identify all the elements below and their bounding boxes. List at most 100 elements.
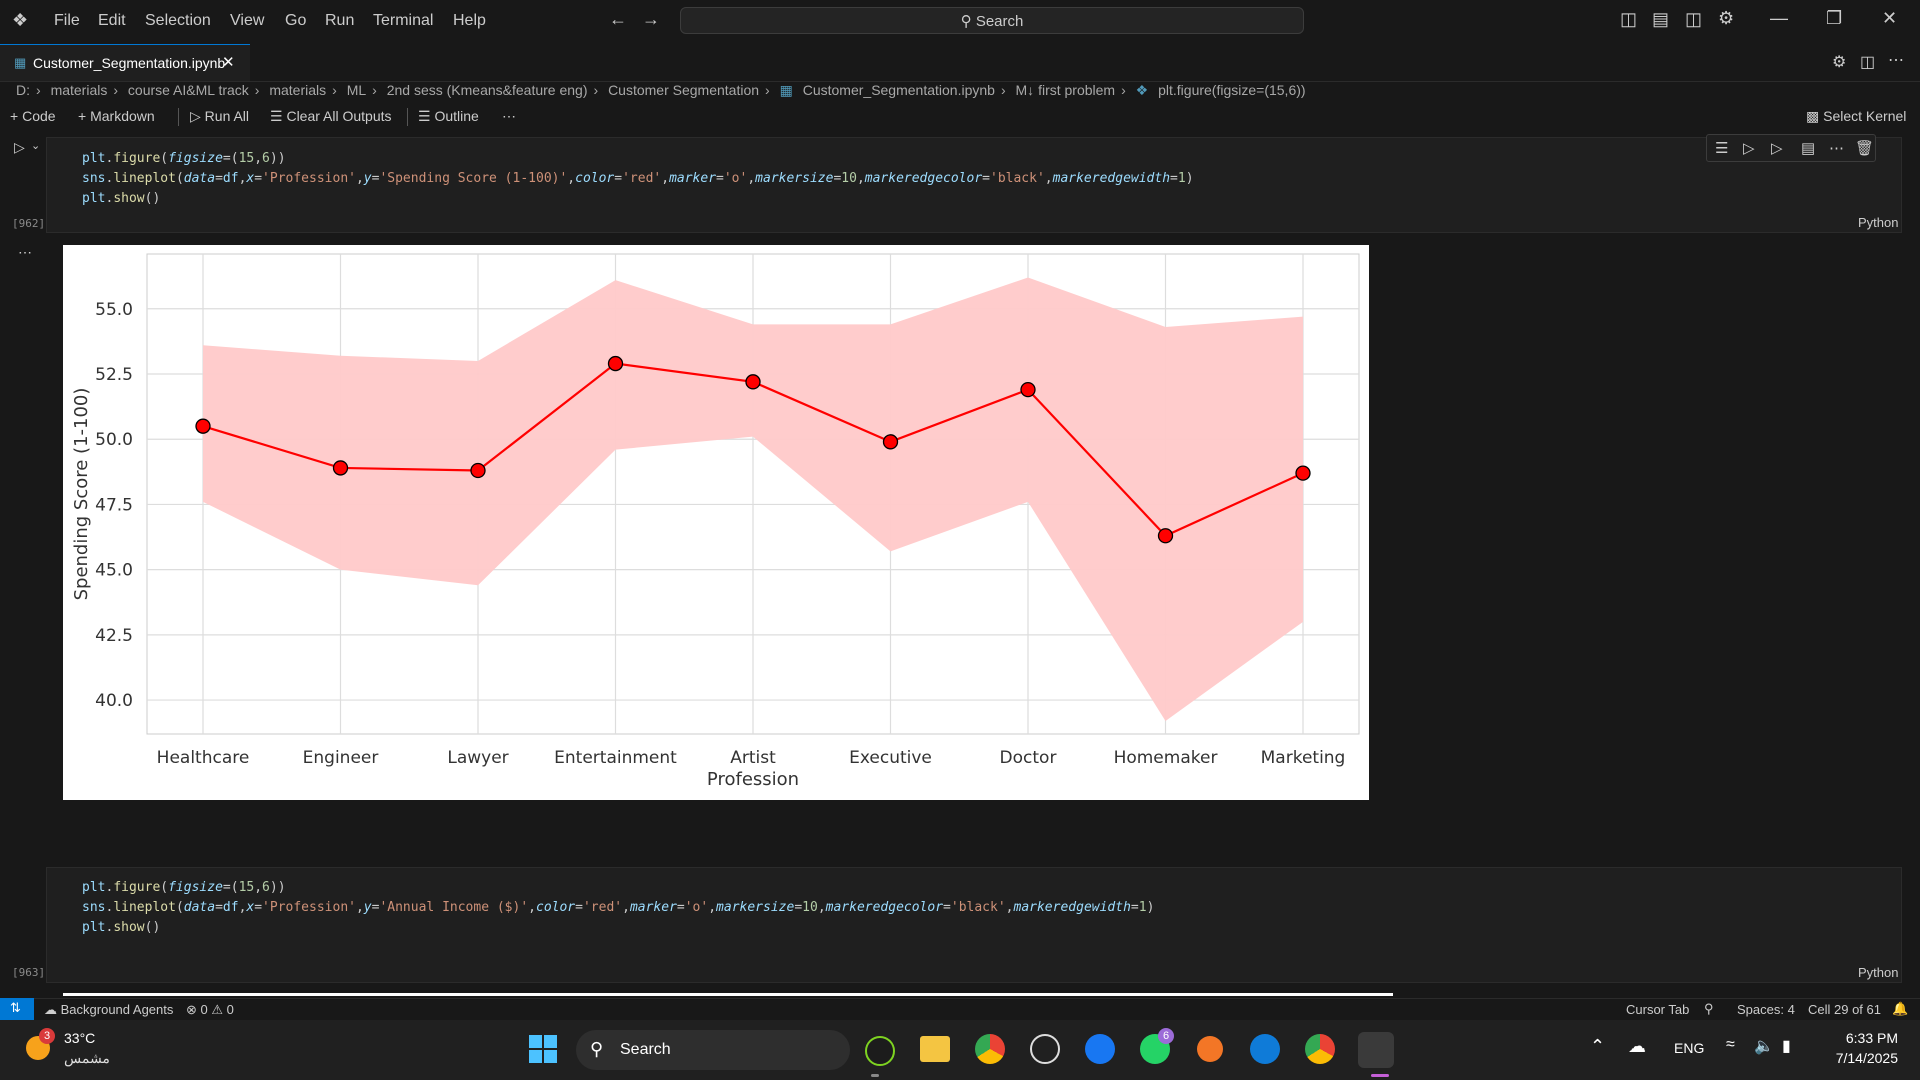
tab-customer-segmentation[interactable]: ▦ Customer_Segmentation.ipynb ✕ bbox=[0, 44, 250, 81]
search-icon: ⚲ bbox=[960, 13, 972, 30]
app-logo-icon: ❖ bbox=[12, 10, 29, 30]
temperature[interactable]: 33°C bbox=[64, 1030, 95, 1046]
run-all-button[interactable]: ▷ Run All bbox=[190, 108, 249, 125]
facebook-icon[interactable] bbox=[1085, 1034, 1115, 1064]
clear-outputs-button[interactable]: ☰ Clear All Outputs bbox=[270, 108, 392, 125]
language-indicator[interactable]: ENG bbox=[1674, 1040, 1704, 1056]
close-window-icon[interactable]: ✕ bbox=[1882, 8, 1897, 29]
menu-run[interactable]: Run bbox=[325, 12, 354, 30]
delete-cell-icon[interactable]: 🗑 bbox=[1855, 139, 1874, 157]
windows-start-icon[interactable] bbox=[528, 1034, 558, 1064]
chevron-down-icon[interactable]: ⌄ bbox=[31, 139, 40, 152]
chevron-up-icon[interactable]: ⌃ bbox=[1590, 1036, 1605, 1057]
breadcrumb-item[interactable]: materials bbox=[269, 82, 326, 98]
data-point bbox=[195, 418, 211, 434]
command-search-box[interactable]: ⚲ Search bbox=[680, 7, 1304, 34]
minimize-icon[interactable]: — bbox=[1770, 8, 1788, 29]
more-cell-icon[interactable]: ⋯ bbox=[1829, 139, 1844, 157]
code-cell-editor[interactable]: plt.figure(figsize=(15,6)) sns.lineplot(… bbox=[46, 137, 1902, 233]
more-toolbar-icon[interactable]: ⋯ bbox=[502, 108, 516, 125]
close-tab-icon[interactable]: ✕ bbox=[222, 53, 235, 71]
breadcrumb-item[interactable]: Customer Segmentation bbox=[608, 82, 759, 98]
restore-icon[interactable]: ❐ bbox=[1826, 8, 1842, 29]
indentation-button[interactable]: Spaces: 4 bbox=[1737, 1002, 1795, 1017]
weather-condition[interactable]: مشمس bbox=[64, 1050, 110, 1067]
breadcrumb-item[interactable]: D: bbox=[16, 82, 30, 98]
chrome-icon[interactable] bbox=[1305, 1034, 1335, 1064]
menu-edit[interactable]: Edit bbox=[98, 12, 126, 30]
breadcrumb-item[interactable]: plt.figure(figsize=(15,6)) bbox=[1158, 82, 1305, 98]
zoom-icon[interactable]: ⚲ bbox=[1704, 1001, 1714, 1017]
data-point bbox=[745, 374, 761, 390]
breadcrumb-item[interactable]: 2nd sess (Kmeans&feature eng) bbox=[387, 82, 588, 98]
menu-terminal[interactable]: Terminal bbox=[373, 12, 433, 30]
menu-file[interactable]: File bbox=[54, 12, 80, 30]
clock-date[interactable]: 7/14/2025 bbox=[1822, 1050, 1898, 1066]
cell-language-label[interactable]: Python bbox=[1858, 215, 1898, 230]
search-icon: ⚲ bbox=[590, 1039, 604, 1059]
remote-indicator[interactable]: ⇅ bbox=[0, 998, 34, 1020]
plus-icon: + bbox=[10, 108, 19, 124]
chatgpt-icon[interactable] bbox=[1030, 1034, 1060, 1064]
taskbar-search[interactable]: ⚲ Search bbox=[576, 1030, 850, 1070]
cell-position-indicator[interactable]: Cell 29 of 61 bbox=[1808, 1002, 1881, 1017]
select-kernel-button[interactable]: ▩ Select Kernel bbox=[1806, 108, 1906, 125]
run-cell-icon[interactable]: ▷ bbox=[14, 139, 25, 156]
horizontal-scrollbar[interactable] bbox=[63, 993, 1393, 996]
forward-arrow-icon[interactable]: → bbox=[642, 9, 660, 30]
menu-selection[interactable]: Selection bbox=[145, 12, 211, 30]
code-line: plt.figure(figsize=(15,6)) bbox=[82, 151, 286, 166]
app-icon-1[interactable] bbox=[865, 1036, 895, 1066]
whatsapp-badge: 6 bbox=[1158, 1028, 1174, 1044]
jupyter-icon[interactable] bbox=[1197, 1036, 1223, 1062]
chrome-icon[interactable] bbox=[975, 1034, 1005, 1064]
split-editor-icon[interactable]: ◫ bbox=[1860, 52, 1875, 72]
volume-icon[interactable]: 🔈 bbox=[1754, 1036, 1774, 1056]
menu-go[interactable]: Go bbox=[285, 12, 306, 30]
menu-help[interactable]: Help bbox=[453, 12, 486, 30]
breadcrumb-item[interactable]: Customer_Segmentation.ipynb bbox=[803, 82, 995, 98]
notifications-icon[interactable]: 🔔 bbox=[1892, 1001, 1908, 1017]
code-cell-editor[interactable]: plt.figure(figsize=(15,6)) sns.lineplot(… bbox=[46, 867, 1902, 983]
run-below-icon[interactable]: ▷ bbox=[1771, 139, 1783, 157]
breadcrumb-item[interactable]: ML bbox=[347, 82, 366, 98]
edge-icon[interactable] bbox=[1250, 1034, 1280, 1064]
more-actions-icon[interactable]: ⋯ bbox=[1888, 50, 1904, 70]
split-cell-icon[interactable]: ▤ bbox=[1801, 139, 1815, 157]
run-next-icon[interactable]: ▷ bbox=[1743, 139, 1755, 157]
gear-icon[interactable]: ⚙ bbox=[1718, 8, 1734, 29]
back-arrow-icon[interactable]: ← bbox=[609, 9, 627, 30]
breadcrumb-item[interactable]: course AI&ML track bbox=[128, 82, 249, 98]
clock-time[interactable]: 6:33 PM bbox=[1838, 1030, 1898, 1046]
outline-button[interactable]: ☰ Outline bbox=[418, 108, 479, 125]
x-axis-label: Profession bbox=[707, 769, 799, 790]
x-tick-label: Entertainment bbox=[554, 748, 677, 768]
y-tick-label: 50.0 bbox=[95, 430, 133, 450]
breadcrumb-item[interactable]: materials bbox=[51, 82, 108, 98]
problems-indicator[interactable]: ⊗ 0 ⚠ 0 bbox=[186, 1002, 234, 1018]
run-above-icon[interactable]: ☰ bbox=[1715, 139, 1728, 157]
file-explorer-icon[interactable] bbox=[920, 1036, 950, 1062]
toggle-panel-icon[interactable]: ▤ bbox=[1652, 9, 1669, 30]
toggle-secondary-sidebar-icon[interactable]: ◫ bbox=[1685, 9, 1702, 30]
code-line: plt.show() bbox=[82, 191, 161, 206]
onedrive-icon[interactable]: ☁ bbox=[1628, 1036, 1646, 1057]
notebook-file-icon: ▦ bbox=[14, 55, 27, 70]
add-markdown-button[interactable]: + Markdown bbox=[78, 108, 155, 124]
output-more-icon[interactable]: ⋯ bbox=[18, 244, 32, 261]
cell-language-label[interactable]: Python bbox=[1858, 965, 1898, 980]
wifi-icon[interactable]: ≈ bbox=[1726, 1036, 1735, 1054]
python-icon: ❖ bbox=[1135, 82, 1149, 98]
cursor-tab-button[interactable]: Cursor Tab bbox=[1626, 1002, 1689, 1017]
background-agents-button[interactable]: ☁ Background Agents bbox=[44, 1002, 173, 1018]
x-tick-label: Executive bbox=[849, 748, 932, 768]
battery-icon[interactable]: ▮ bbox=[1782, 1036, 1791, 1056]
breadcrumb-item[interactable]: M↓ first problem bbox=[1016, 82, 1116, 98]
settings-icon[interactable]: ⚙ bbox=[1832, 52, 1846, 72]
add-code-button[interactable]: + Code bbox=[10, 108, 56, 124]
menu-view[interactable]: View bbox=[230, 12, 264, 30]
toggle-sidebar-icon[interactable]: ◫ bbox=[1620, 9, 1637, 30]
code-line: sns.lineplot(data=df,x='Profession',y='S… bbox=[82, 171, 1194, 186]
cursor-app-icon[interactable] bbox=[1358, 1032, 1394, 1068]
y-tick-label: 40.0 bbox=[95, 691, 133, 711]
